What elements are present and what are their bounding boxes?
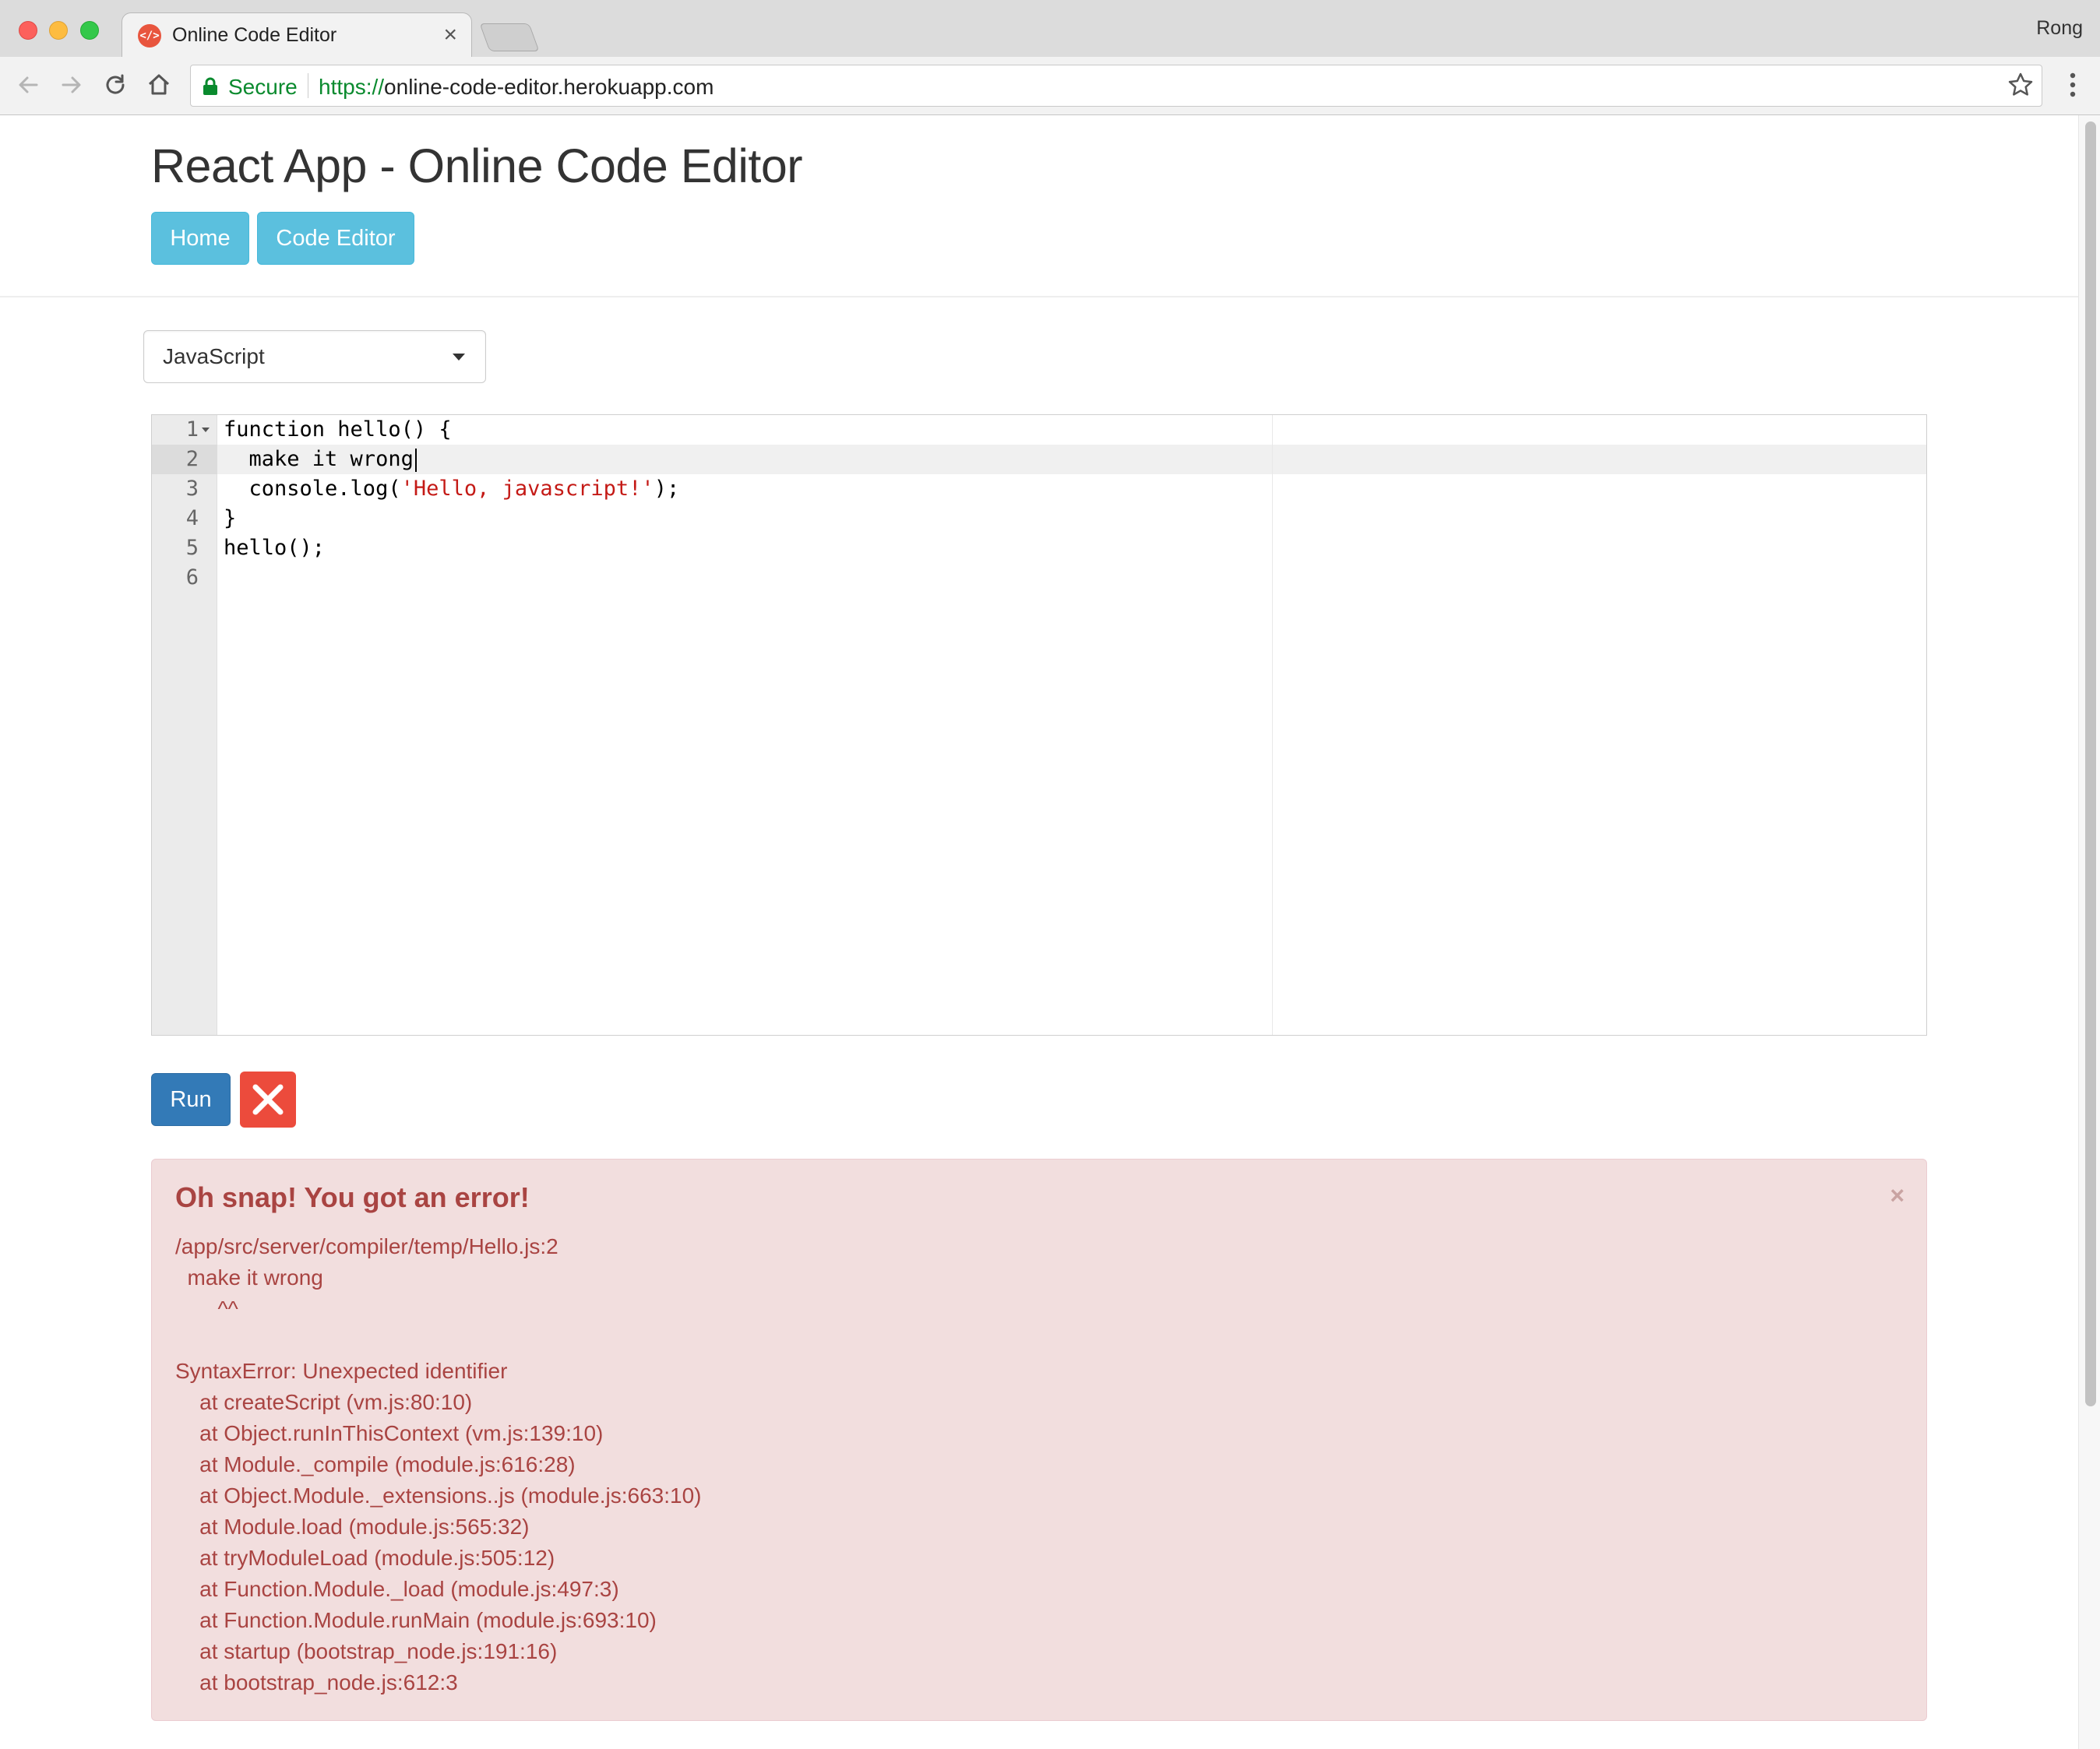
code-text: } — [224, 506, 237, 530]
code-text: function hello() { — [224, 417, 452, 442]
new-tab-button[interactable] — [479, 23, 540, 51]
window-close-button[interactable] — [19, 21, 37, 40]
address-bar[interactable]: Secure https://online-code-editor.heroku… — [190, 65, 2042, 107]
language-select[interactable]: JavaScript — [143, 330, 486, 383]
nav-home-button[interactable]: Home — [151, 212, 249, 265]
code-line[interactable]: 6 — [152, 563, 1926, 593]
line-number: 5 — [185, 536, 199, 560]
browser-toolbar: Secure https://online-code-editor.heroku… — [0, 57, 2100, 115]
line-number: 3 — [185, 477, 199, 501]
page-content: React App - Online Code Editor Home Code… — [0, 115, 2078, 1749]
browser-menu-icon[interactable] — [2061, 69, 2084, 100]
nav-code-editor-button[interactable]: Code Editor — [257, 212, 414, 265]
browser-tab-active[interactable]: </> Online Code Editor × — [122, 12, 472, 58]
line-number: 2 — [185, 447, 199, 471]
close-x-icon — [252, 1084, 284, 1115]
alert-close-icon[interactable]: × — [1890, 1181, 1904, 1210]
profile-name[interactable]: Rong — [2036, 17, 2083, 40]
code-line[interactable]: 2 make it wrong — [152, 445, 1926, 474]
url-scheme: https:// — [319, 75, 385, 99]
code-text: make it wrong — [224, 445, 417, 474]
tab-title: Online Code Editor — [172, 24, 337, 46]
back-arrow-icon[interactable] — [11, 68, 45, 102]
app-header: React App - Online Code Editor Home Code… — [0, 115, 2078, 297]
code-text-content: make it wrong — [224, 447, 414, 471]
lock-icon — [202, 77, 219, 100]
window-zoom-button[interactable] — [80, 21, 99, 40]
language-select-value: JavaScript — [163, 344, 265, 368]
code-line[interactable]: 5 hello(); — [152, 533, 1926, 563]
code-line[interactable]: 4 } — [152, 504, 1926, 533]
code-text: console.log('Hello, javascript!'); — [224, 474, 680, 504]
page-title: React App - Online Code Editor — [151, 139, 803, 192]
url-text[interactable]: https://online-code-editor.herokuapp.com — [319, 75, 714, 100]
text-cursor — [414, 448, 417, 472]
clear-button[interactable] — [240, 1072, 296, 1128]
code-editor[interactable]: 1 function hello() { 2 make it wrong 3 c… — [151, 414, 1927, 1036]
reload-icon[interactable] — [98, 68, 132, 102]
fold-toggle-icon[interactable] — [202, 428, 210, 432]
code-string-literal: 'Hello, javascript!' — [400, 477, 654, 501]
secure-label: Secure — [228, 75, 298, 99]
scrollbar-thumb[interactable] — [2085, 121, 2096, 1406]
code-line[interactable]: 1 function hello() { — [152, 415, 1926, 445]
code-text: hello(); — [224, 536, 326, 560]
error-alert: Oh snap! You got an error! × /app/src/se… — [151, 1159, 1927, 1721]
code-text-prefix: console.log( — [224, 477, 401, 501]
line-number: 4 — [185, 506, 199, 530]
run-button[interactable]: Run — [151, 1073, 231, 1126]
bookmark-star-icon[interactable] — [2007, 72, 2034, 102]
code-text-suffix: ); — [654, 477, 680, 501]
code-line[interactable]: 3 console.log('Hello, javascript!'); — [152, 474, 1926, 504]
line-number: 6 — [185, 565, 199, 589]
window-minimize-button[interactable] — [49, 21, 68, 40]
forward-arrow-icon[interactable] — [55, 68, 89, 102]
chevron-down-icon — [453, 354, 465, 361]
page-scrollbar[interactable] — [2078, 115, 2100, 1749]
tab-close-icon[interactable]: × — [443, 21, 457, 49]
browser-tab-bar: </> Online Code Editor × Rong — [0, 0, 2100, 58]
line-number: 1 — [185, 417, 199, 442]
home-icon[interactable] — [142, 68, 176, 102]
error-stack-trace: /app/src/server/compiler/temp/Hello.js:2… — [175, 1234, 702, 1694]
url-host: online-code-editor.herokuapp.com — [384, 75, 714, 99]
code-favicon-icon: </> — [138, 24, 161, 48]
alert-title: Oh snap! You got an error! — [175, 1181, 530, 1213]
